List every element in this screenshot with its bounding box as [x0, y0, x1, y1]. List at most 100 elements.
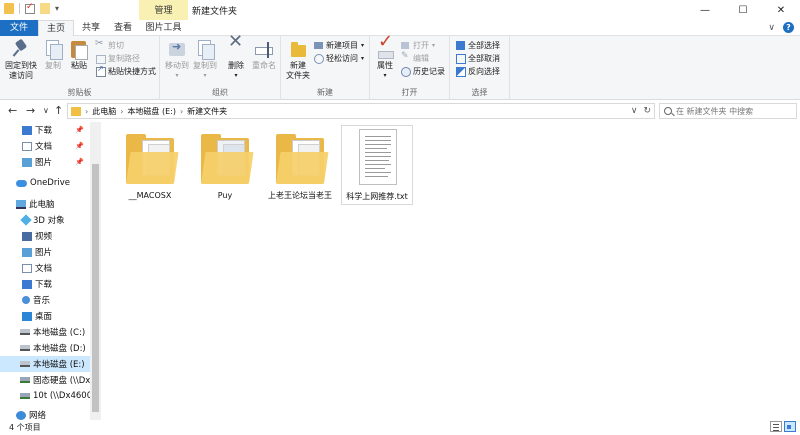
properties-button[interactable]: 属性 ▾: [374, 37, 396, 81]
copy-to-button[interactable]: 复制到 ▾: [192, 39, 218, 81]
select-none-button[interactable]: 全部取消: [456, 53, 500, 64]
drive-icon: [20, 345, 30, 351]
ribbon-tabs: 文件 主页 共享 查看 图片工具 ∨ ?: [0, 20, 800, 37]
tab-share[interactable]: 共享: [74, 20, 108, 36]
select-group: 全部选择 全部取消 反向选择 选择: [450, 36, 510, 100]
tab-view[interactable]: 查看: [108, 20, 138, 36]
shortcut-icon: [96, 64, 106, 77]
nav-item-3d-objects[interactable]: 3D 对象: [0, 212, 90, 228]
nav-scrollbar-thumb[interactable]: [92, 164, 99, 412]
delete-icon: [226, 37, 246, 59]
tab-file[interactable]: 文件: [0, 20, 38, 36]
ribbon-expand-button[interactable]: ∨: [768, 23, 775, 33]
nav-item-label: 文档: [35, 142, 53, 152]
nav-item-videos[interactable]: 视频: [0, 228, 90, 244]
chevron-right-icon: ›: [120, 106, 124, 116]
nav-item-pictures-pinned[interactable]: 图片 📌: [0, 154, 90, 170]
minimize-button[interactable]: —: [686, 0, 724, 20]
back-button[interactable]: ←: [8, 104, 17, 117]
copy-path-button[interactable]: 复制路径: [96, 53, 140, 64]
properties-quick-icon[interactable]: [25, 2, 35, 14]
nav-item-label: 本地磁盘 (D:): [33, 344, 86, 354]
tab-home[interactable]: 主页: [38, 20, 74, 37]
history-button[interactable]: 历史记录: [401, 66, 445, 77]
nav-item-drive-e[interactable]: 本地磁盘 (E:): [0, 356, 90, 372]
folder-icon: [276, 134, 329, 184]
forward-button[interactable]: →: [26, 104, 35, 117]
close-button[interactable]: ✕: [762, 0, 800, 20]
organize-group: 移动到 ▾ 复制到 ▾ 删除 ▾ 重命名 组织: [160, 36, 281, 100]
organize-group-label: 组织: [212, 88, 228, 97]
nav-item-downloads-pinned[interactable]: 下载 📌: [0, 122, 90, 138]
tab-picture-tools[interactable]: 图片工具: [139, 20, 188, 36]
move-to-button[interactable]: 移动到 ▾: [164, 39, 190, 81]
nav-item-music[interactable]: 音乐: [0, 292, 90, 308]
customize-toolbar-icon[interactable]: ▾: [55, 3, 63, 14]
nav-item-documents[interactable]: 文档: [0, 260, 90, 276]
manage-context-tab[interactable]: 管理: [139, 0, 188, 20]
help-icon[interactable]: ?: [783, 22, 794, 33]
file-item-txt[interactable]: 科学上网推荐.txt: [341, 125, 413, 205]
details-view-button[interactable]: [770, 421, 782, 432]
nav-item-drive-c[interactable]: 本地磁盘 (C:): [0, 324, 90, 340]
folder-icon: [4, 3, 14, 14]
address-dropdown-button[interactable]: ∨: [631, 106, 638, 116]
new-item-button[interactable]: 新建项目 ▾: [314, 40, 364, 51]
network-drive-icon: [20, 393, 30, 399]
nav-item-documents-pinned[interactable]: 文档 📌: [0, 138, 90, 154]
rename-button[interactable]: 重命名: [250, 39, 278, 71]
edit-button[interactable]: 编辑: [401, 51, 429, 64]
nav-item-label: 本地磁盘 (C:): [33, 328, 86, 338]
new-folder-button[interactable]: 新建 文件夹: [285, 39, 311, 81]
nav-item-downloads[interactable]: 下载: [0, 276, 90, 292]
nav-item-pictures[interactable]: 图片: [0, 244, 90, 260]
easy-access-button[interactable]: 轻松访问 ▾: [314, 53, 364, 64]
file-item-macosx[interactable]: __MACOSX: [114, 126, 186, 201]
maximize-button[interactable]: ☐: [724, 0, 762, 20]
paste-button[interactable]: 粘贴: [67, 39, 91, 71]
nav-item-10t-network[interactable]: 10t (\\Dx4600-: [0, 388, 90, 404]
download-icon: [22, 279, 32, 289]
nav-item-network[interactable]: 网络: [0, 407, 90, 420]
paste-label: 粘贴: [71, 61, 87, 70]
address-field[interactable]: › 此电脑 › 本地磁盘 (E:) › 新建文件夹 ∨ ↻: [67, 103, 655, 119]
paste-shortcut-button[interactable]: 粘贴快捷方式: [96, 64, 156, 77]
file-list[interactable]: __MACOSX Puy 上老王论坛当老王 科学上网推荐.txt: [101, 122, 800, 420]
file-name: 科学上网推荐.txt: [346, 192, 408, 201]
breadcrumb-new-folder[interactable]: 新建文件夹: [187, 106, 227, 117]
document-icon: [22, 263, 32, 273]
new-folder-label: 新建 文件夹: [286, 61, 310, 80]
up-button[interactable]: ↑: [54, 104, 63, 117]
pin-quick-access-button[interactable]: 固定到快 速访问: [3, 39, 39, 81]
video-icon: [22, 231, 32, 241]
move-to-label: 移动到: [165, 61, 189, 70]
open-button[interactable]: 打开 ▾: [401, 40, 435, 51]
nav-item-ssd-network[interactable]: 固态硬盘 (\\Dx4: [0, 372, 90, 388]
copy-path-icon: [96, 54, 106, 64]
cut-label: 剪切: [108, 41, 124, 50]
breadcrumb-this-pc[interactable]: 此电脑: [92, 106, 116, 117]
invert-selection-button[interactable]: 反向选择: [456, 66, 500, 77]
copy-button[interactable]: 复制: [41, 39, 65, 71]
new-item-icon: [314, 41, 323, 50]
nav-item-drive-d[interactable]: 本地磁盘 (D:): [0, 340, 90, 356]
breadcrumb-drive-e[interactable]: 本地磁盘 (E:): [127, 106, 176, 117]
select-all-label: 全部选择: [468, 41, 500, 50]
large-icons-view-button[interactable]: [784, 421, 796, 432]
search-box[interactable]: 在 新建文件夹 中搜索: [659, 103, 797, 119]
properties-icon: [375, 37, 395, 59]
nav-item-desktop[interactable]: 桌面: [0, 308, 90, 324]
delete-button[interactable]: 删除 ▾: [226, 37, 246, 81]
recent-locations-button[interactable]: ∨: [43, 106, 49, 115]
new-folder-quick-icon[interactable]: [40, 3, 50, 14]
nav-scrollbar[interactable]: [90, 122, 101, 420]
select-all-button[interactable]: 全部选择: [456, 40, 500, 51]
nav-item-this-pc[interactable]: 此电脑: [0, 196, 90, 212]
file-item-puy[interactable]: Puy: [189, 126, 261, 201]
cut-button[interactable]: 剪切: [95, 38, 124, 51]
pin-icon: 📌: [75, 158, 84, 166]
nav-item-onedrive[interactable]: OneDrive: [0, 175, 90, 191]
ribbon: 固定到快 速访问 复制 粘贴 剪切 复制路径 粘贴快捷方式 剪贴板 移动到 ▾: [0, 36, 800, 100]
file-item-laowang[interactable]: 上老王论坛当老王: [264, 126, 336, 201]
refresh-button[interactable]: ↻: [643, 106, 651, 116]
